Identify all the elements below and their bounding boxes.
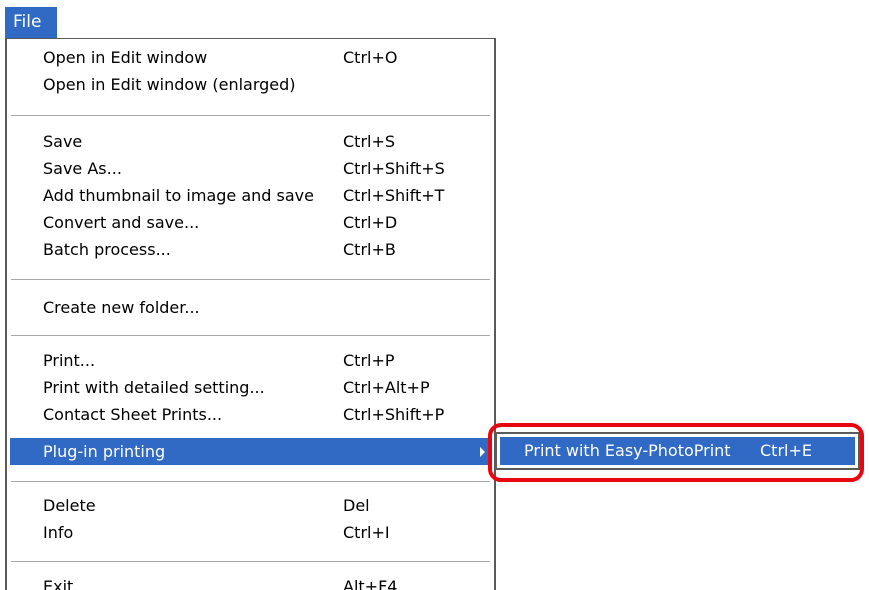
menu-item-delete[interactable]: Delete Del	[10, 492, 491, 519]
menu-item-shortcut: Ctrl+Shift+T	[343, 186, 445, 205]
menu-item-label: Open in Edit window	[43, 48, 208, 67]
menu-item-label: Print with detailed setting...	[43, 378, 265, 397]
submenu-arrow-icon	[480, 447, 485, 457]
menu-item-shortcut: Ctrl+S	[343, 132, 396, 151]
menu-item-label: Delete	[43, 496, 96, 515]
menu-separator	[11, 115, 490, 117]
file-dropdown-menu: Open in Edit window Ctrl+O Open in Edit …	[5, 38, 496, 590]
submenu-item-shortcut: Ctrl+E	[760, 441, 812, 460]
file-menu[interactable]: File	[5, 7, 57, 38]
menu-item-label: Save As...	[43, 159, 122, 178]
menu-item-plug-in-printing[interactable]: Plug-in printing	[10, 438, 491, 465]
menu-item-exit[interactable]: Exit Alt+F4	[10, 573, 491, 590]
menu-item-label: Info	[43, 523, 74, 542]
screen: File Open in Edit window Ctrl+O Open in …	[0, 0, 869, 590]
menu-item-add-thumbnail-and-save[interactable]: Add thumbnail to image and save Ctrl+Shi…	[10, 182, 491, 209]
submenu-item-label: Print with Easy-PhotoPrint	[524, 441, 731, 460]
menu-item-label: Save	[43, 132, 83, 151]
menu-item-label: Open in Edit window (enlarged)	[43, 75, 296, 94]
menu-item-shortcut: Ctrl+Shift+P	[343, 405, 445, 424]
menu-item-open-in-edit-window-enlarged[interactable]: Open in Edit window (enlarged)	[10, 71, 491, 98]
menu-item-print[interactable]: Print... Ctrl+P	[10, 347, 491, 374]
menu-item-convert-and-save[interactable]: Convert and save... Ctrl+D	[10, 209, 491, 236]
menu-item-label: Exit	[43, 577, 74, 590]
menu-item-label: Contact Sheet Prints...	[43, 405, 223, 424]
plug-in-printing-submenu: Print with Easy-PhotoPrint Ctrl+E	[495, 432, 860, 470]
menu-item-shortcut: Ctrl+D	[343, 213, 398, 232]
menu-item-contact-sheet-prints[interactable]: Contact Sheet Prints... Ctrl+Shift+P	[10, 401, 491, 428]
menu-item-label: Print...	[43, 351, 96, 370]
menu-item-label: Add thumbnail to image and save	[43, 186, 314, 205]
menu-item-shortcut: Ctrl+Alt+P	[343, 378, 430, 397]
menu-item-label: Batch process...	[43, 240, 171, 259]
menu-item-open-in-edit-window[interactable]: Open in Edit window Ctrl+O	[10, 44, 491, 71]
menu-separator	[11, 481, 490, 483]
menu-separator	[11, 279, 490, 281]
menu-item-label: Create new folder...	[43, 298, 200, 317]
menu-item-shortcut: Ctrl+Shift+S	[343, 159, 445, 178]
file-menu-label: File	[13, 12, 42, 32]
menu-item-shortcut: Alt+F4	[343, 577, 398, 590]
menu-item-shortcut: Del	[343, 496, 370, 515]
menu-item-create-new-folder[interactable]: Create new folder...	[10, 294, 491, 321]
menu-item-label: Convert and save...	[43, 213, 200, 232]
menu-item-save[interactable]: Save Ctrl+S	[10, 128, 491, 155]
menu-item-shortcut: Ctrl+B	[343, 240, 396, 259]
menu-item-print-detailed-setting[interactable]: Print with detailed setting... Ctrl+Alt+…	[10, 374, 491, 401]
menu-separator	[11, 335, 490, 337]
menu-item-shortcut: Ctrl+P	[343, 351, 395, 370]
menu-item-shortcut: Ctrl+O	[343, 48, 398, 67]
submenu-item-print-with-easy-photoprint[interactable]: Print with Easy-PhotoPrint Ctrl+E	[500, 437, 855, 465]
menu-separator	[11, 561, 490, 563]
menu-item-info[interactable]: Info Ctrl+I	[10, 519, 491, 546]
menu-item-save-as[interactable]: Save As... Ctrl+Shift+S	[10, 155, 491, 182]
menu-item-label: Plug-in printing	[43, 442, 166, 461]
menu-item-batch-process[interactable]: Batch process... Ctrl+B	[10, 236, 491, 263]
menu-item-shortcut: Ctrl+I	[343, 523, 390, 542]
